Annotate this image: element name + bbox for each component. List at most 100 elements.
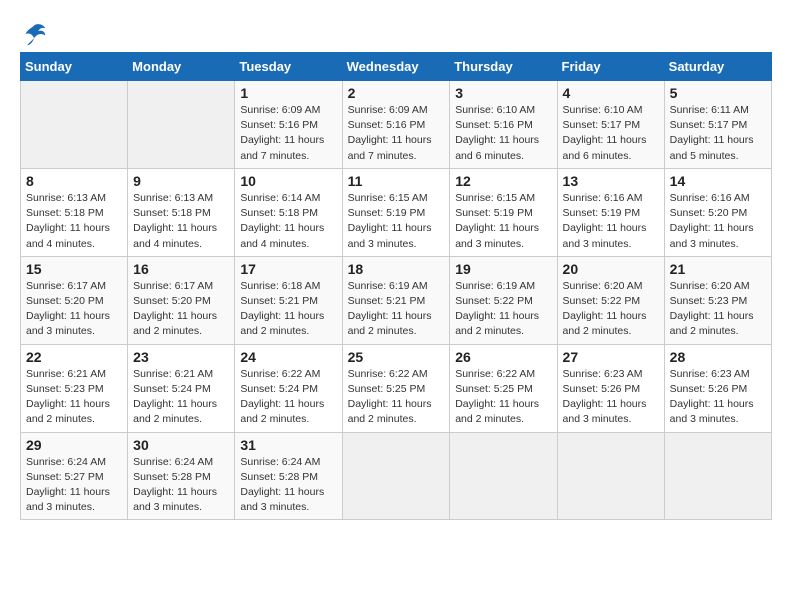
calendar-cell: 24 Sunrise: 6:22 AMSunset: 5:24 PMDaylig… bbox=[235, 344, 342, 432]
calendar-cell: 22 Sunrise: 6:21 AMSunset: 5:23 PMDaylig… bbox=[21, 344, 128, 432]
day-info: Sunrise: 6:24 AMSunset: 5:27 PMDaylight:… bbox=[26, 455, 122, 516]
day-info: Sunrise: 6:17 AMSunset: 5:20 PMDaylight:… bbox=[133, 279, 229, 340]
day-info: Sunrise: 6:15 AMSunset: 5:19 PMDaylight:… bbox=[348, 191, 445, 252]
calendar-cell: 30 Sunrise: 6:24 AMSunset: 5:28 PMDaylig… bbox=[128, 432, 235, 520]
calendar-cell: 27 Sunrise: 6:23 AMSunset: 5:26 PMDaylig… bbox=[557, 344, 664, 432]
calendar-week-1: 1 Sunrise: 6:09 AMSunset: 5:16 PMDayligh… bbox=[21, 81, 772, 169]
day-number: 30 bbox=[133, 437, 229, 453]
calendar-week-3: 15 Sunrise: 6:17 AMSunset: 5:20 PMDaylig… bbox=[21, 256, 772, 344]
day-info: Sunrise: 6:24 AMSunset: 5:28 PMDaylight:… bbox=[240, 455, 336, 516]
day-number: 17 bbox=[240, 261, 336, 277]
day-info: Sunrise: 6:14 AMSunset: 5:18 PMDaylight:… bbox=[240, 191, 336, 252]
day-info: Sunrise: 6:16 AMSunset: 5:19 PMDaylight:… bbox=[563, 191, 659, 252]
day-info: Sunrise: 6:21 AMSunset: 5:23 PMDaylight:… bbox=[26, 367, 122, 428]
calendar-cell: 2 Sunrise: 6:09 AMSunset: 5:16 PMDayligh… bbox=[342, 81, 450, 169]
day-number: 27 bbox=[563, 349, 659, 365]
calendar-cell bbox=[450, 432, 557, 520]
day-info: Sunrise: 6:10 AMSunset: 5:17 PMDaylight:… bbox=[563, 103, 659, 164]
calendar-cell: 14 Sunrise: 6:16 AMSunset: 5:20 PMDaylig… bbox=[664, 168, 771, 256]
day-info: Sunrise: 6:19 AMSunset: 5:22 PMDaylight:… bbox=[455, 279, 551, 340]
day-number: 12 bbox=[455, 173, 551, 189]
calendar-cell: 8 Sunrise: 6:13 AMSunset: 5:18 PMDayligh… bbox=[21, 168, 128, 256]
calendar-table: SundayMondayTuesdayWednesdayThursdayFrid… bbox=[20, 52, 772, 520]
calendar-header: SundayMondayTuesdayWednesdayThursdayFrid… bbox=[21, 53, 772, 81]
day-number: 4 bbox=[563, 85, 659, 101]
day-number: 18 bbox=[348, 261, 445, 277]
calendar-cell: 31 Sunrise: 6:24 AMSunset: 5:28 PMDaylig… bbox=[235, 432, 342, 520]
calendar-cell: 20 Sunrise: 6:20 AMSunset: 5:22 PMDaylig… bbox=[557, 256, 664, 344]
day-number: 16 bbox=[133, 261, 229, 277]
calendar-body: 1 Sunrise: 6:09 AMSunset: 5:16 PMDayligh… bbox=[21, 81, 772, 520]
calendar-cell bbox=[557, 432, 664, 520]
day-info: Sunrise: 6:11 AMSunset: 5:17 PMDaylight:… bbox=[670, 103, 766, 164]
day-number: 29 bbox=[26, 437, 122, 453]
calendar-week-4: 22 Sunrise: 6:21 AMSunset: 5:23 PMDaylig… bbox=[21, 344, 772, 432]
calendar-cell: 11 Sunrise: 6:15 AMSunset: 5:19 PMDaylig… bbox=[342, 168, 450, 256]
day-info: Sunrise: 6:22 AMSunset: 5:25 PMDaylight:… bbox=[455, 367, 551, 428]
day-number: 19 bbox=[455, 261, 551, 277]
logo-icon bbox=[20, 20, 48, 48]
day-info: Sunrise: 6:20 AMSunset: 5:22 PMDaylight:… bbox=[563, 279, 659, 340]
logo bbox=[20, 20, 52, 48]
calendar-cell: 26 Sunrise: 6:22 AMSunset: 5:25 PMDaylig… bbox=[450, 344, 557, 432]
day-number: 13 bbox=[563, 173, 659, 189]
day-number: 11 bbox=[348, 173, 445, 189]
day-number: 21 bbox=[670, 261, 766, 277]
day-info: Sunrise: 6:13 AMSunset: 5:18 PMDaylight:… bbox=[133, 191, 229, 252]
day-number: 31 bbox=[240, 437, 336, 453]
calendar-week-5: 29 Sunrise: 6:24 AMSunset: 5:27 PMDaylig… bbox=[21, 432, 772, 520]
calendar-cell bbox=[342, 432, 450, 520]
day-number: 9 bbox=[133, 173, 229, 189]
calendar-cell: 4 Sunrise: 6:10 AMSunset: 5:17 PMDayligh… bbox=[557, 81, 664, 169]
day-info: Sunrise: 6:16 AMSunset: 5:20 PMDaylight:… bbox=[670, 191, 766, 252]
day-number: 25 bbox=[348, 349, 445, 365]
day-info: Sunrise: 6:15 AMSunset: 5:19 PMDaylight:… bbox=[455, 191, 551, 252]
day-number: 10 bbox=[240, 173, 336, 189]
day-info: Sunrise: 6:19 AMSunset: 5:21 PMDaylight:… bbox=[348, 279, 445, 340]
day-number: 20 bbox=[563, 261, 659, 277]
day-info: Sunrise: 6:09 AMSunset: 5:16 PMDaylight:… bbox=[240, 103, 336, 164]
day-info: Sunrise: 6:20 AMSunset: 5:23 PMDaylight:… bbox=[670, 279, 766, 340]
day-info: Sunrise: 6:17 AMSunset: 5:20 PMDaylight:… bbox=[26, 279, 122, 340]
calendar-cell: 18 Sunrise: 6:19 AMSunset: 5:21 PMDaylig… bbox=[342, 256, 450, 344]
header-sunday: Sunday bbox=[21, 53, 128, 81]
header-monday: Monday bbox=[128, 53, 235, 81]
header-saturday: Saturday bbox=[664, 53, 771, 81]
calendar-cell: 28 Sunrise: 6:23 AMSunset: 5:26 PMDaylig… bbox=[664, 344, 771, 432]
day-number: 15 bbox=[26, 261, 122, 277]
header-thursday: Thursday bbox=[450, 53, 557, 81]
day-number: 24 bbox=[240, 349, 336, 365]
calendar-cell: 12 Sunrise: 6:15 AMSunset: 5:19 PMDaylig… bbox=[450, 168, 557, 256]
day-number: 5 bbox=[670, 85, 766, 101]
calendar-cell: 25 Sunrise: 6:22 AMSunset: 5:25 PMDaylig… bbox=[342, 344, 450, 432]
day-number: 3 bbox=[455, 85, 551, 101]
day-number: 2 bbox=[348, 85, 445, 101]
day-info: Sunrise: 6:22 AMSunset: 5:25 PMDaylight:… bbox=[348, 367, 445, 428]
day-info: Sunrise: 6:09 AMSunset: 5:16 PMDaylight:… bbox=[348, 103, 445, 164]
page-header bbox=[20, 20, 772, 48]
header-tuesday: Tuesday bbox=[235, 53, 342, 81]
calendar-cell: 23 Sunrise: 6:21 AMSunset: 5:24 PMDaylig… bbox=[128, 344, 235, 432]
day-number: 28 bbox=[670, 349, 766, 365]
day-info: Sunrise: 6:23 AMSunset: 5:26 PMDaylight:… bbox=[563, 367, 659, 428]
day-info: Sunrise: 6:24 AMSunset: 5:28 PMDaylight:… bbox=[133, 455, 229, 516]
calendar-cell: 15 Sunrise: 6:17 AMSunset: 5:20 PMDaylig… bbox=[21, 256, 128, 344]
calendar-cell: 19 Sunrise: 6:19 AMSunset: 5:22 PMDaylig… bbox=[450, 256, 557, 344]
day-info: Sunrise: 6:21 AMSunset: 5:24 PMDaylight:… bbox=[133, 367, 229, 428]
calendar-week-2: 8 Sunrise: 6:13 AMSunset: 5:18 PMDayligh… bbox=[21, 168, 772, 256]
day-number: 22 bbox=[26, 349, 122, 365]
day-number: 1 bbox=[240, 85, 336, 101]
header-row: SundayMondayTuesdayWednesdayThursdayFrid… bbox=[21, 53, 772, 81]
calendar-cell: 13 Sunrise: 6:16 AMSunset: 5:19 PMDaylig… bbox=[557, 168, 664, 256]
header-friday: Friday bbox=[557, 53, 664, 81]
calendar-cell bbox=[21, 81, 128, 169]
calendar-cell: 10 Sunrise: 6:14 AMSunset: 5:18 PMDaylig… bbox=[235, 168, 342, 256]
day-info: Sunrise: 6:18 AMSunset: 5:21 PMDaylight:… bbox=[240, 279, 336, 340]
day-info: Sunrise: 6:13 AMSunset: 5:18 PMDaylight:… bbox=[26, 191, 122, 252]
calendar-cell: 17 Sunrise: 6:18 AMSunset: 5:21 PMDaylig… bbox=[235, 256, 342, 344]
day-number: 26 bbox=[455, 349, 551, 365]
day-number: 23 bbox=[133, 349, 229, 365]
day-number: 8 bbox=[26, 173, 122, 189]
day-number: 14 bbox=[670, 173, 766, 189]
day-info: Sunrise: 6:23 AMSunset: 5:26 PMDaylight:… bbox=[670, 367, 766, 428]
